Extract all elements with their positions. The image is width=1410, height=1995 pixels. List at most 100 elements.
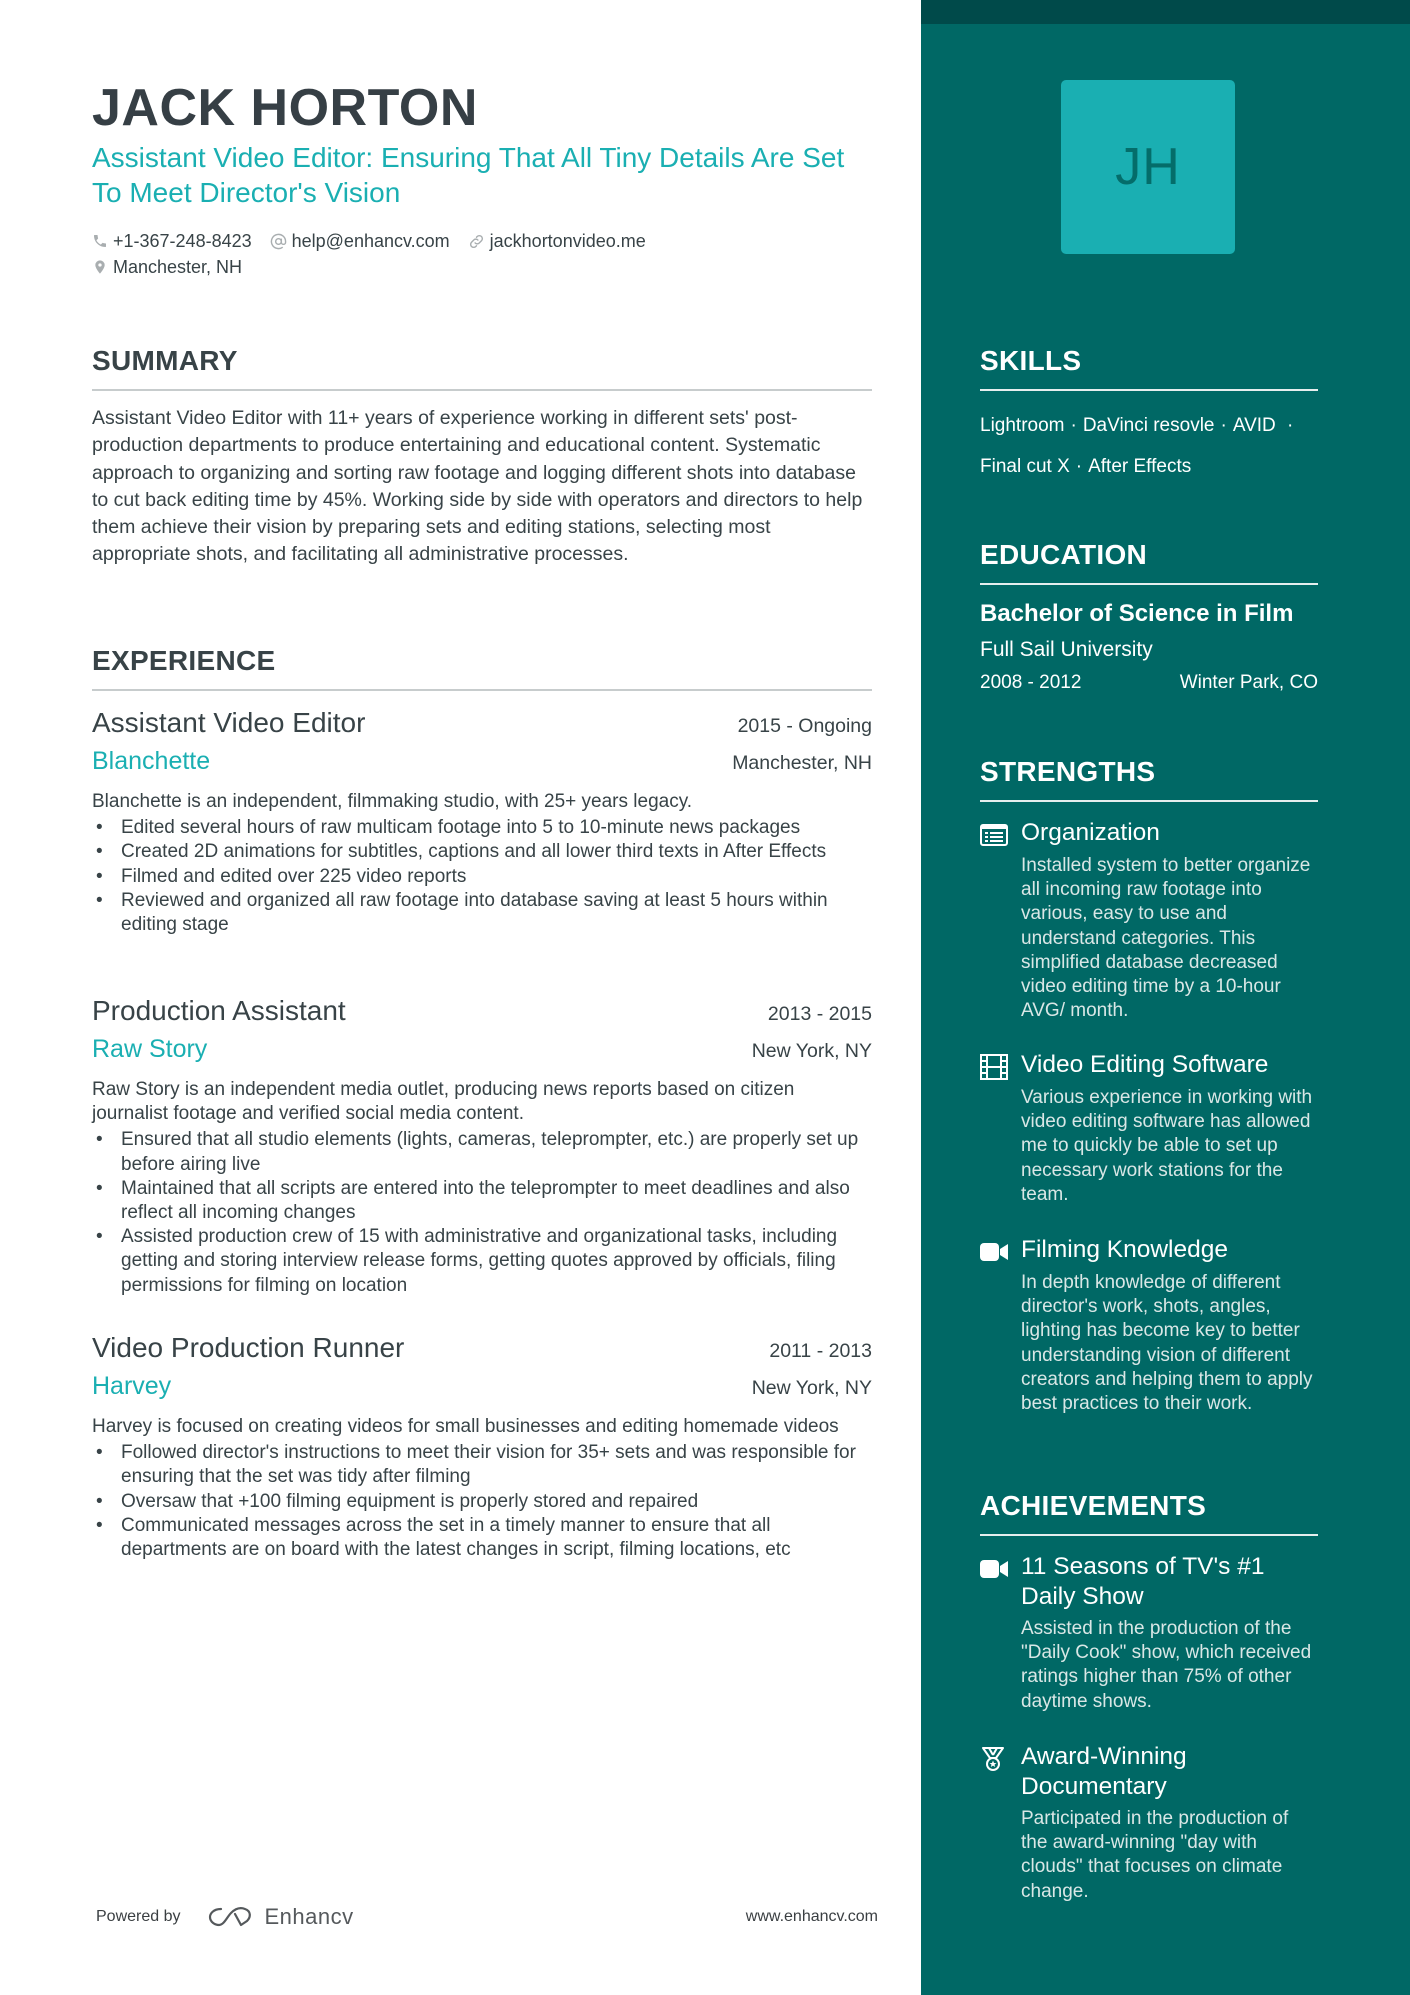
contact-email[interactable]: help@enhancv.com bbox=[270, 231, 450, 252]
bullet-item: Filmed and edited over 225 video reports bbox=[92, 865, 872, 889]
contact-location: Manchester, NH bbox=[92, 257, 242, 278]
avatar: JH bbox=[1061, 80, 1235, 254]
job-entry: Production Assistant 2013 - 2015 Raw Sto… bbox=[92, 995, 872, 1298]
contact-phone[interactable]: +1-367-248-8423 bbox=[92, 231, 252, 252]
enhancv-logo-icon bbox=[208, 1907, 251, 1927]
strength-item: Video Editing Software Various experienc… bbox=[980, 1050, 1318, 1207]
summary-text: Assistant Video Editor with 11+ years of… bbox=[92, 407, 863, 566]
footer-website-link[interactable]: www.enhancv.com bbox=[746, 1908, 878, 1926]
achievement-item: Award-Winning Documentary Participated i… bbox=[980, 1742, 1318, 1904]
strength-description: Various experience in working with video… bbox=[1021, 1087, 1313, 1205]
bullet-item: Edited several hours of raw multicam foo… bbox=[92, 816, 872, 840]
skills-title: SKILLS bbox=[980, 345, 1082, 376]
enhancv-logo[interactable]: Enhancv bbox=[207, 1904, 354, 1930]
skill-item: AVID bbox=[1232, 415, 1276, 436]
job-dates: 2015 - Ongoing bbox=[737, 715, 872, 737]
strength-title: Video Editing Software bbox=[1021, 1051, 1269, 1078]
job-bullets: Ensured that all studio elements (lights… bbox=[92, 1128, 872, 1297]
bullet-item: Reviewed and organized all raw footage i… bbox=[92, 889, 872, 937]
job-title: Production Assistant bbox=[92, 995, 346, 1026]
strength-item: Filming Knowledge In depth knowledge of … bbox=[980, 1235, 1318, 1416]
job-dates: 2011 - 2013 bbox=[769, 1340, 872, 1362]
education-title: EDUCATION bbox=[980, 539, 1148, 570]
company-description: Harvey is focused on creating videos for… bbox=[92, 1416, 839, 1437]
contact-website[interactable]: jackhortonvideo.me bbox=[468, 231, 646, 252]
medal-icon bbox=[980, 1745, 1008, 1773]
education-divider bbox=[980, 583, 1318, 585]
achievement-item: 11 Seasons of TV's #1 Daily Show Assiste… bbox=[980, 1552, 1318, 1714]
job-location: New York, NY bbox=[751, 1377, 872, 1399]
strength-description: Installed system to better organize all … bbox=[1021, 855, 1311, 1022]
achievement-title: Award-Winning Documentary bbox=[1021, 1743, 1187, 1800]
contact-info: +1-367-248-8423 help@enhancv.com jackhor… bbox=[92, 229, 872, 281]
brand-name: Enhancv bbox=[264, 1904, 354, 1929]
company-name: Raw Story bbox=[92, 1035, 208, 1063]
bullet-item: Ensured that all studio elements (lights… bbox=[92, 1128, 872, 1176]
bullet-item: Followed director's instructions to meet… bbox=[92, 1441, 872, 1489]
education-dates: 2008 - 2012 bbox=[980, 672, 1082, 693]
strength-description: In depth knowledge of different director… bbox=[1021, 1272, 1313, 1415]
education-location: Winter Park, CO bbox=[1179, 672, 1318, 693]
company-description: Raw Story is an independent media outlet… bbox=[92, 1079, 795, 1125]
sidebar-top-bar bbox=[921, 0, 1410, 24]
summary-divider bbox=[92, 389, 872, 391]
school-name: Full Sail University bbox=[980, 638, 1153, 661]
strength-title: Filming Knowledge bbox=[1021, 1236, 1228, 1263]
job-title: Video Production Runner bbox=[92, 1332, 405, 1363]
phone-text: +1-367-248-8423 bbox=[113, 230, 252, 251]
summary-title: SUMMARY bbox=[92, 345, 238, 376]
map-pin-icon bbox=[95, 260, 105, 274]
job-bullets: Followed director's instructions to meet… bbox=[92, 1441, 872, 1562]
strength-title: Organization bbox=[1021, 819, 1160, 846]
skills-list: Lightroom · DaVinci resovle · AVID · Final c… bbox=[980, 415, 1294, 477]
job-location: New York, NY bbox=[751, 1040, 872, 1062]
job-dates: 2013 - 2015 bbox=[767, 1003, 872, 1025]
summary-section: SUMMARY Assistant Video Editor with 11+ … bbox=[92, 345, 872, 569]
achievements-section: ACHIEVEMENTS 11 Seasons of TV's #1 Daily… bbox=[980, 1490, 1318, 1940]
achievements-divider bbox=[980, 1534, 1318, 1536]
company-description: Blanchette is an independent, filmmaking… bbox=[92, 791, 693, 812]
strengths-title: STRENGTHS bbox=[980, 756, 1156, 787]
skill-item: Final cut X bbox=[980, 456, 1070, 477]
job-location: Manchester, NH bbox=[732, 752, 872, 774]
location-text: Manchester, NH bbox=[113, 256, 243, 277]
video-camera-icon bbox=[980, 1555, 1008, 1583]
skill-item: Lightroom bbox=[980, 415, 1065, 436]
job-entry: Assistant Video Editor 2015 - Ongoing Bl… bbox=[92, 707, 872, 937]
achievement-description: Participated in the production of the aw… bbox=[1021, 1808, 1289, 1902]
degree: Bachelor of Science in Film bbox=[980, 600, 1294, 627]
achievement-title: 11 Seasons of TV's #1 Daily Show bbox=[1021, 1553, 1265, 1610]
bullet-item: Assisted production crew of 15 with admi… bbox=[92, 1225, 872, 1298]
achievements-title: ACHIEVEMENTS bbox=[980, 1490, 1207, 1521]
bullet-item: Maintained that all scripts are entered … bbox=[92, 1177, 872, 1225]
strength-item: Organization Installed system to better … bbox=[980, 818, 1318, 1023]
bullet-item: Created 2D animations for subtitles, cap… bbox=[92, 840, 872, 864]
job-entry: Video Production Runner 2011 - 2013 Harv… bbox=[92, 1332, 872, 1562]
video-camera-icon bbox=[980, 1238, 1008, 1266]
skill-item: DaVinci resovle bbox=[1082, 415, 1215, 436]
education-section: EDUCATION Bachelor of Science in Film Fu… bbox=[980, 539, 1318, 694]
skills-section: SKILLS Lightroom · DaVinci resovle · AVID · … bbox=[980, 345, 1318, 487]
email-text: help@enhancv.com bbox=[291, 230, 450, 251]
job-bullets: Edited several hours of raw multicam foo… bbox=[92, 816, 872, 937]
film-strip-icon bbox=[980, 1053, 1008, 1081]
list-icon bbox=[980, 821, 1008, 849]
bullet-item: Oversaw that +100 filming equipment is p… bbox=[92, 1490, 872, 1514]
website-text: jackhortonvideo.me bbox=[489, 230, 646, 251]
strengths-divider bbox=[980, 800, 1318, 802]
bullet-item: Communicated messages across the set in … bbox=[92, 1514, 872, 1562]
link-icon bbox=[469, 234, 483, 248]
headline: Assistant Video Editor: Ensuring That Al… bbox=[92, 142, 845, 208]
strengths-section: STRENGTHS Organization Installed system … bbox=[980, 756, 1318, 1456]
phone-icon bbox=[94, 235, 106, 247]
job-title: Assistant Video Editor bbox=[92, 707, 366, 738]
company-name: Harvey bbox=[92, 1372, 172, 1400]
sidebar: JH SKILLS Lightroom · DaVinci resovle · AVID… bbox=[921, 0, 1410, 1995]
experience-title: EXPERIENCE bbox=[92, 645, 276, 676]
at-icon bbox=[270, 233, 286, 249]
powered-by-label: Powered by bbox=[96, 1908, 181, 1925]
experience-section: EXPERIENCE Assistant Video Editor 2015 -… bbox=[92, 645, 872, 1560]
company-name: Blanchette bbox=[92, 747, 211, 775]
footer: Powered by Enhancv www.enhancv.com bbox=[96, 1902, 878, 1932]
candidate-name: JACK HORTON bbox=[92, 79, 478, 137]
